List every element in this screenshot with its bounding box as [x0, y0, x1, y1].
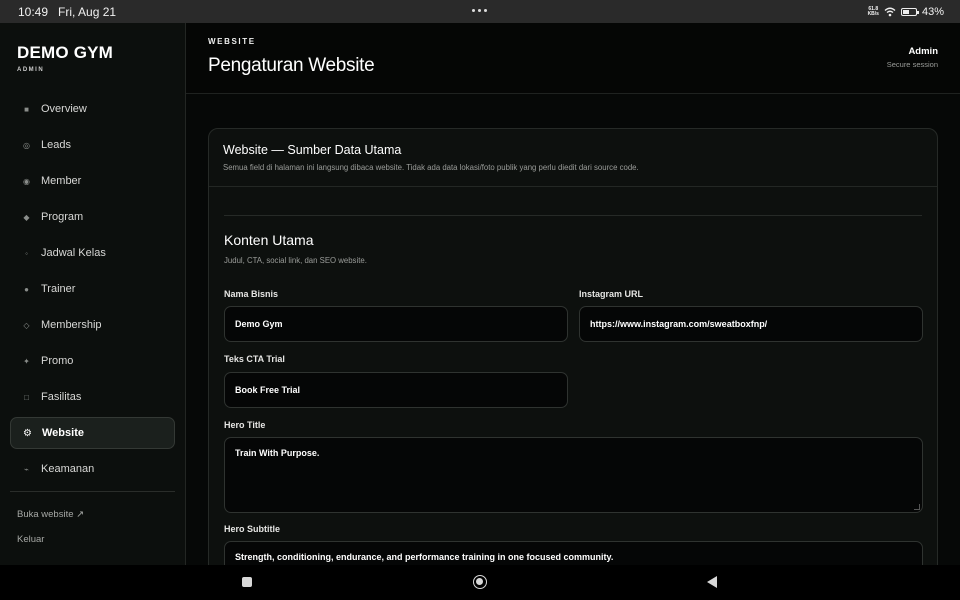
sidebar-item-keamanan[interactable]: ⌁ Keamanan	[10, 453, 175, 485]
brand-logo[interactable]: DEMO GYM	[17, 43, 113, 63]
sidebar-item-label: Program	[41, 211, 84, 223]
sidebar-divider	[10, 491, 175, 492]
leads-icon: ◎	[23, 140, 30, 150]
member-icon: ◉	[23, 176, 30, 186]
sidebar-item-label: Trainer	[41, 283, 76, 295]
main-content: WEBSITE Pengaturan Website Admin Secure …	[186, 23, 960, 565]
page-header: WEBSITE Pengaturan Website Admin Secure …	[186, 23, 960, 94]
sidebar-item-label: Membership	[41, 319, 102, 331]
clock: 10:49	[18, 4, 49, 19]
sidebar-nav: ■ Overview ◎ Leads ◉ Member ◆ Program ◦ Jadwa…	[10, 93, 175, 489]
hero-title-textarea[interactable]: Train With Purpose.	[224, 437, 923, 513]
brand-subtitle: ADMIN	[17, 67, 45, 73]
hero-subtitle-value: Strength, conditioning, endurance, and p…	[235, 552, 614, 562]
trainer-icon: ●	[24, 284, 29, 294]
business-name-input[interactable]: Demo Gym	[224, 306, 568, 342]
section-description: Judul, CTA, social link, dan SEO website…	[224, 256, 367, 265]
instagram-url-label: Instagram URL	[579, 289, 644, 299]
instagram-url-input[interactable]: https://www.instagram.com/sweatboxfnp/	[579, 306, 923, 342]
schedule-icon: ◦	[25, 248, 28, 258]
battery-icon	[900, 7, 919, 16]
sidebar-item-label: Promo	[41, 355, 74, 367]
page-eyebrow: WEBSITE	[208, 37, 256, 46]
user-name: Admin	[908, 46, 938, 57]
sidebar-item-trainer[interactable]: ● Trainer	[10, 273, 175, 305]
logout-link[interactable]: Keluar	[17, 534, 44, 545]
cta-text-label: Teks CTA Trial	[224, 354, 285, 364]
sidebar-item-website[interactable]: ⚙ Website	[10, 417, 175, 449]
status-bar: 10:49 Fri, Aug 21 61.8 KB/s 43%	[0, 0, 960, 23]
card-description: Semua field di halaman ini langsung diba…	[223, 163, 639, 172]
hero-title-label: Hero Title	[224, 420, 266, 430]
back-icon[interactable]	[707, 576, 717, 588]
hero-title-value: Train With Purpose.	[235, 448, 320, 458]
sidebar-item-label: Overview	[41, 103, 87, 115]
sidebar-item-leads[interactable]: ◎ Leads	[10, 129, 175, 161]
sidebar-item-label: Fasilitas	[41, 391, 82, 403]
sidebar-item-label: Jadwal Kelas	[41, 247, 106, 259]
sidebar-item-fasilitas[interactable]: □ Fasilitas	[10, 381, 175, 413]
sidebar-item-overview[interactable]: ■ Overview	[10, 93, 175, 125]
facilities-icon: □	[24, 392, 29, 402]
overview-icon: ■	[24, 104, 29, 114]
sidebar-item-jadwal-kelas[interactable]: ◦ Jadwal Kelas	[10, 237, 175, 269]
sidebar-item-label: Website	[42, 427, 84, 439]
business-name-label: Nama Bisnis	[224, 289, 279, 299]
hero-subtitle-label: Hero Subtitle	[224, 524, 281, 534]
system-nav-bar	[0, 565, 960, 600]
user-info: Admin Secure session	[887, 46, 938, 69]
card-title: Website — Sumber Data Utama	[223, 143, 402, 157]
cta-text-input[interactable]: Book Free Trial	[224, 372, 568, 408]
sidebar-item-label: Leads	[41, 139, 71, 151]
security-icon: ⌁	[24, 464, 29, 474]
sidebar-item-promo[interactable]: ✦ Promo	[10, 345, 175, 377]
card-header: Website — Sumber Data Utama Semua field …	[209, 129, 937, 187]
more-dots-icon[interactable]	[472, 9, 487, 12]
wifi-icon	[884, 7, 896, 16]
battery-percent: 43%	[921, 5, 944, 18]
sidebar-item-label: Member	[41, 175, 82, 187]
hero-subtitle-textarea[interactable]: Strength, conditioning, endurance, and p…	[224, 541, 923, 565]
resize-handle[interactable]	[914, 504, 920, 510]
sidebar-item-program[interactable]: ◆ Program	[10, 201, 175, 233]
membership-icon: ◇	[23, 320, 30, 330]
sidebar-item-membership[interactable]: ◇ Membership	[10, 309, 175, 341]
recents-icon[interactable]	[242, 577, 252, 587]
program-icon: ◆	[23, 212, 30, 222]
sidebar-item-member[interactable]: ◉ Member	[10, 165, 175, 197]
session-status: Secure session	[886, 60, 938, 69]
open-website-link[interactable]: Buka website ↗	[17, 509, 84, 520]
website-settings-card: Website — Sumber Data Utama Semua field …	[208, 128, 938, 565]
section-divider	[224, 215, 922, 216]
home-icon[interactable]	[473, 575, 487, 589]
sidebar-item-label: Keamanan	[41, 463, 95, 475]
sidebar: DEMO GYM ADMIN ■ Overview ◎ Leads ◉ Member …	[0, 23, 186, 565]
date: Fri, Aug 21	[58, 4, 117, 19]
page-title: Pengaturan Website	[208, 55, 375, 76]
network-speed: 61.8 KB/s	[867, 5, 879, 17]
promo-icon: ✦	[23, 356, 30, 366]
gear-icon: ⚙	[23, 427, 32, 439]
section-title: Konten Utama	[224, 232, 314, 248]
